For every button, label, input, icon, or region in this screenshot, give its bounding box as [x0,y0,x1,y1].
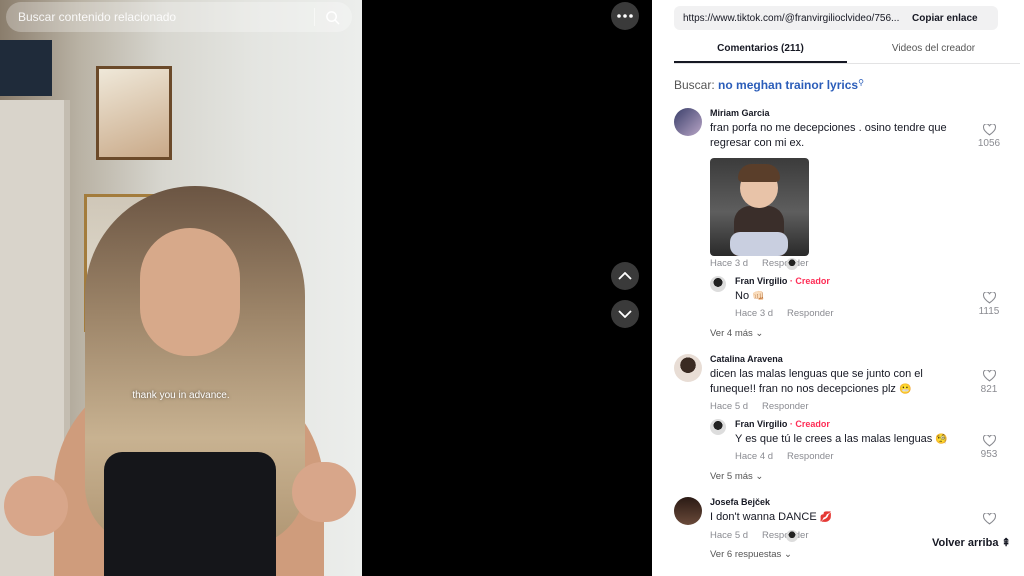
related-search-prefix: Buscar: [674,78,715,92]
like-button[interactable]: 953 [974,435,1004,460]
heart-icon [982,292,996,304]
video-player[interactable]: Buscar contenido relacionado thank you i… [0,0,362,576]
gif-figure-hair [738,164,780,182]
heart-icon [982,370,996,382]
comment-author[interactable]: Miriam Garcia [710,108,770,118]
emoji: 💋 [819,512,833,523]
reply-author[interactable]: Fran Virgilio · Creador [735,419,830,429]
search-input[interactable]: Buscar contenido relacionado [18,10,314,24]
creator-liked-avatar [786,258,798,270]
like-count: 953 [980,449,998,460]
like-button[interactable] [974,513,1004,525]
person-face [140,228,240,356]
gif-figure-legs [730,232,788,256]
comment-item: Catalina Aravena dicen las malas lenguas… [674,354,1004,486]
comment-item: Josefa Bejček I don't wanna DANCE 💋 Hace… [674,497,1004,567]
comment-time: Hace 5 d [710,530,749,541]
comment-meta: Hace 5 d Responder [710,401,809,412]
creator-badge: · Creador [789,276,830,286]
emoji: 😬 [898,384,912,395]
comment-gif[interactable] [710,158,809,256]
comment-author[interactable]: Josefa Bejček [710,497,770,507]
view-more-replies[interactable]: Ver 5 más ⌄ [710,471,763,482]
heart-icon [982,124,996,136]
comment-time: Hace 5 d [710,401,749,412]
like-count: 1115 [978,306,1000,317]
heart-icon [982,513,996,525]
comment-time: Hace 3 d [710,258,749,269]
comment-author[interactable]: Catalina Aravena [710,354,783,364]
reply-meta: Hace 3 d Responder [735,308,834,319]
comments-panel: https://www.tiktok.com/@franvirgilioclvi… [652,0,1024,576]
chevron-down-icon: ⌄ [755,471,764,482]
search-icon[interactable] [325,10,340,25]
video-caption: thank you in advance. [132,390,230,401]
view-more-replies[interactable]: Ver 4 más ⌄ [710,328,763,339]
comment-text: I don't wanna DANCE 💋 [710,511,833,523]
like-count: 821 [980,384,998,395]
person-top [104,452,276,576]
like-button[interactable]: 821 [974,370,1004,395]
emoji: 👊🏻 [752,291,765,302]
person-hand-left [4,476,68,536]
ellipsis-icon [617,14,633,18]
reply-text: Y es que tú le crees a las malas lenguas… [735,433,948,445]
creator-badge: · Creador [789,419,830,429]
wall-sign [0,40,52,96]
related-search-bar[interactable]: Buscar contenido relacionado [6,2,352,32]
arrow-up-icon: ⇞ [1001,537,1011,549]
video-pane: Buscar contenido relacionado thank you i… [0,0,652,576]
like-count: 1056 [977,138,1001,149]
reply-button[interactable]: Responder [787,308,833,319]
avatar[interactable] [710,276,726,292]
search-divider [314,8,315,26]
reply-button[interactable]: Responder [762,401,808,412]
search-icon: ⚲ [858,78,864,87]
reply-author[interactable]: Fran Virgilio · Creador [735,276,830,286]
tab-comments[interactable]: Comentarios (211) [674,36,847,63]
share-link-row: https://www.tiktok.com/@franvirgilioclvi… [674,6,998,30]
previous-video-button[interactable] [611,262,639,290]
chevron-up-icon [618,272,632,280]
emoji: 🧐 [935,434,948,445]
chevron-down-icon: ⌄ [755,328,764,339]
comment-item: Miriam Garcia fran porfa no me decepcion… [674,108,1004,344]
wall-picture [96,66,172,160]
video-url: https://www.tiktok.com/@franvirgilioclvi… [683,12,900,24]
next-video-button[interactable] [611,300,639,328]
tiktok-video-page: Buscar contenido relacionado thank you i… [0,0,1024,576]
tab-creator-videos[interactable]: Videos del creador [847,36,1020,63]
reply-text: No 👊🏻 [735,290,765,302]
chevron-down-icon [618,310,632,318]
reply-time: Hace 4 d [735,451,774,462]
related-search-query[interactable]: no meghan trainor lyrics [718,78,858,92]
like-button[interactable]: 1056 [974,124,1004,149]
back-to-top-button[interactable]: Volver arriba ⇞ [928,534,1015,551]
avatar[interactable] [674,497,702,525]
panel-tabs: Comentarios (211) Videos del creador [674,36,1020,64]
chevron-down-icon: ⌄ [783,549,792,560]
like-button[interactable]: 1115 [974,292,1004,317]
related-search-suggestion: Buscar: no meghan trainor lyrics⚲ [674,78,864,92]
copy-link-button[interactable]: Copiar enlace [904,13,978,24]
view-more-replies[interactable]: Ver 6 respuestas ⌄ [710,549,792,560]
reply-meta: Hace 4 d Responder [735,451,834,462]
avatar[interactable] [674,108,702,136]
avatar[interactable] [674,354,702,382]
creator-liked-avatar [786,530,798,542]
person-hand-right [292,462,356,522]
comment-text: fran porfa no me decepciones . osino ten… [710,122,947,149]
comment-text: dicen las malas lenguas que se junto con… [710,368,923,395]
avatar[interactable] [710,419,726,435]
reply-time: Hace 3 d [735,308,774,319]
reply-button[interactable]: Responder [787,451,833,462]
more-options-button[interactable] [611,2,639,30]
heart-icon [982,435,996,447]
